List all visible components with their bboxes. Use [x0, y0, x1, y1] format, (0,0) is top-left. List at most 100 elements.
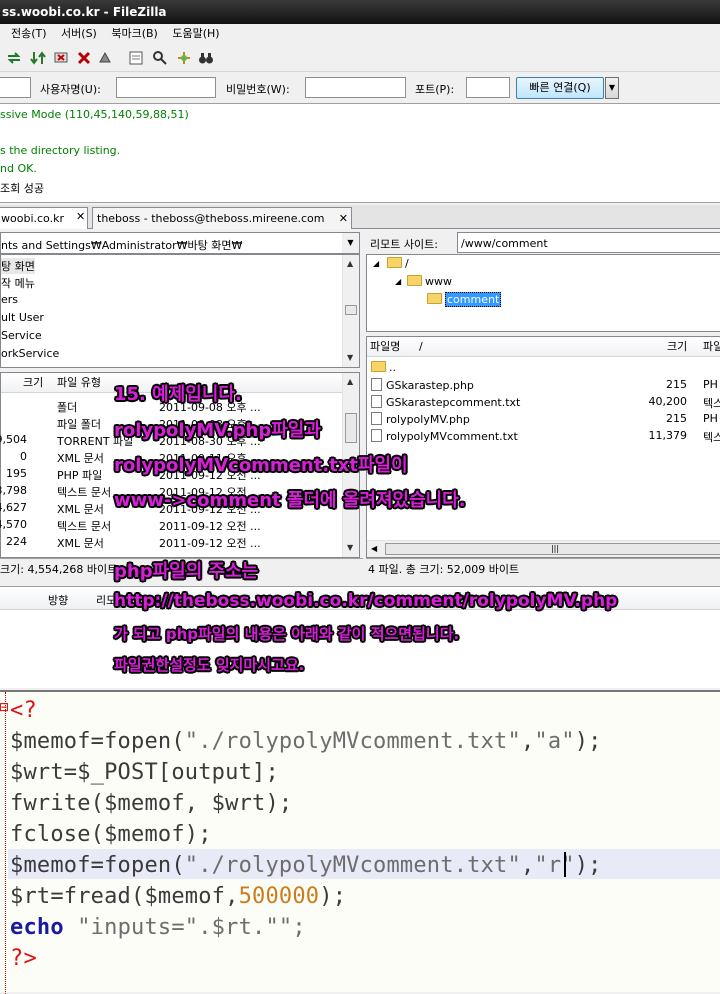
- quickconnect-dropdown[interactable]: ▼: [605, 77, 619, 99]
- menu-help[interactable]: 도움말(H): [172, 24, 219, 43]
- tree-item-root[interactable]: /: [387, 257, 409, 270]
- cell-type: 파일 폴더: [57, 418, 101, 431]
- table-row[interactable]: 64,570 텍스트 문서 2011-09-12 오전 ...: [0, 516, 343, 533]
- annotation-line: 15. 예제입니다.: [114, 384, 242, 405]
- tab-theboss[interactable]: theboss - theboss@theboss.mireene.com ✕: [92, 207, 352, 229]
- horizontal-scrollbar[interactable]: ◀ |||: [367, 540, 720, 557]
- port-field[interactable]: [466, 77, 510, 98]
- remote-file-list[interactable]: 파일명 / 크기 파일 .. GSkarastep.php 215 PH GSkaras…: [366, 336, 720, 558]
- cell-size: 215: [666, 378, 687, 391]
- disconnect-icon[interactable]: [76, 50, 92, 66]
- cell-type: 텍스트 문서: [57, 486, 112, 499]
- annotation-line: rolypolyMV.php파일과: [114, 420, 321, 441]
- scrollbar[interactable]: ▲ ▼: [342, 255, 359, 367]
- tree-item[interactable]: ers: [1, 293, 18, 306]
- column-type[interactable]: 파일 유형: [57, 373, 101, 393]
- remote-tree[interactable]: ◢ / ◢ www comment: [366, 254, 720, 332]
- quickconnect-button[interactable]: 빠른 연결(Q): [516, 77, 604, 99]
- message-log[interactable]: ssive Mode (110,45,140,59,88,51) s the d…: [0, 103, 720, 203]
- cell-size: 13,798: [0, 484, 27, 497]
- column-direction[interactable]: 방향: [48, 592, 68, 608]
- remote-status: 4 파일. 총 크기: 52,009 바이트: [366, 558, 720, 580]
- cancel-icon[interactable]: [53, 50, 69, 66]
- toolbar: [0, 44, 720, 72]
- code-line: fwrite($memof, $wrt);: [10, 791, 293, 816]
- compare-icon[interactable]: [152, 50, 168, 66]
- table-row[interactable]: 224 XML 문서 2011-09-12 오전 ...: [1, 533, 343, 550]
- cell-type: PH: [703, 378, 718, 391]
- column-type[interactable]: 파일: [703, 337, 720, 357]
- binoculars-icon[interactable]: [198, 50, 214, 66]
- cell-filename: GSkarastepcomment.txt: [371, 395, 520, 409]
- menu-server[interactable]: 서버(S): [61, 24, 97, 43]
- filter-icon[interactable]: [128, 50, 144, 66]
- cell-size: 11,379: [648, 429, 688, 442]
- arrow-left-icon[interactable]: ◀: [371, 544, 377, 553]
- log-line: s the directory listing.: [0, 144, 121, 157]
- menu-transfer[interactable]: 전송(T): [11, 24, 47, 43]
- chevron-down-icon[interactable]: ▼: [342, 233, 359, 253]
- code-line: $memof=fopen("./rolypolyMVcomment.txt","…: [10, 729, 602, 754]
- close-icon[interactable]: ✕: [339, 208, 348, 229]
- collapse-icon[interactable]: ◢: [395, 277, 401, 286]
- remote-path-text: /www/comment: [461, 237, 548, 250]
- cell-size: 224: [6, 535, 27, 548]
- annotation-line: php파일의 주소는: [114, 561, 259, 582]
- tree-item[interactable]: 작 메뉴: [1, 275, 35, 291]
- tree-item[interactable]: ult User: [1, 311, 44, 324]
- local-tree[interactable]: 탕 화면 작 메뉴 ers ult User Service orkServic…: [0, 254, 360, 368]
- tree-item[interactable]: orkService: [1, 347, 59, 360]
- cell-type: XML 문서: [57, 503, 104, 516]
- quickconnect-bar: 사용자명(U): 비밀번호(W): 포트(P): 빠른 연결(Q) ▼: [0, 73, 720, 102]
- menu-bar: 전송(T) 서버(S) 북마크(B) 도움말(H): [0, 24, 720, 44]
- fold-marker-icon[interactable]: ⊟: [0, 700, 9, 714]
- password-field[interactable]: [305, 77, 406, 98]
- refresh-icon[interactable]: [6, 50, 22, 66]
- table-row[interactable]: GSkarastepcomment.txt 40,200 텍스: [367, 393, 720, 410]
- tab-woobi[interactable]: woobi.co.kr: [0, 207, 88, 229]
- menu-bookmarks[interactable]: 북마크(B): [111, 24, 158, 43]
- cell-filename: rolypolyMVcomment.txt: [371, 429, 518, 443]
- cell-size: 64,627: [0, 501, 27, 514]
- chevron-down-icon: ▼: [608, 83, 616, 92]
- cell-date: 2011-09-12 오전 ...: [159, 520, 261, 533]
- window-title: ss.woobi.co.kr - FileZilla: [0, 0, 720, 24]
- list-header: 파일명 / 크기 파일: [367, 337, 720, 357]
- code-editor: ⊟ <? $memof=fopen("./rolypolyMVcomment.t…: [0, 690, 720, 994]
- sync-browse-icon[interactable]: [176, 50, 192, 66]
- tree-item-www[interactable]: www: [407, 275, 452, 288]
- table-row[interactable]: ..: [367, 359, 720, 376]
- local-path-field[interactable]: nts and Settings₩Administrator₩바탕 화면₩ ▼: [0, 232, 360, 254]
- remote-path-field[interactable]: /www/comment: [457, 232, 720, 253]
- folder-icon: [387, 257, 402, 268]
- fold-gutter: [0, 692, 6, 994]
- table-row[interactable]: rolypolyMV.php 215 PH: [367, 410, 720, 427]
- file-icon: [371, 429, 382, 442]
- table-row[interactable]: rolypolyMVcomment.txt 11,379 텍스: [367, 427, 720, 444]
- process-queue-icon[interactable]: [30, 50, 46, 66]
- tree-item-comment[interactable]: comment: [427, 292, 502, 307]
- cell-type: XML 문서: [57, 537, 104, 550]
- column-size[interactable]: 크기: [23, 373, 43, 393]
- tab-label: theboss - theboss@theboss.mireene.com: [97, 212, 325, 225]
- remote-site-label: 리모트 사이트:: [370, 238, 438, 251]
- cell-filename: GSkarastep.php: [371, 378, 474, 392]
- table-row[interactable]: GSkarastep.php 215 PH: [367, 376, 720, 393]
- log-line: ssive Mode (110,45,140,59,88,51): [0, 108, 189, 121]
- collapse-icon[interactable]: ◢: [373, 259, 379, 268]
- local-path-text: nts and Settings₩Administrator₩바탕 화면₩: [1, 239, 243, 252]
- queue-list[interactable]: [0, 610, 720, 688]
- tab-bar: woobi.co.kr theboss - theboss@theboss.mi…: [0, 205, 720, 229]
- folder-icon: [427, 293, 442, 304]
- host-field[interactable]: [0, 77, 31, 98]
- cell-size: 0: [20, 450, 27, 463]
- column-filename[interactable]: 파일명: [370, 337, 400, 357]
- username-field[interactable]: [116, 77, 216, 98]
- cell-filename: ..: [371, 361, 396, 374]
- reconnect-icon[interactable]: [97, 50, 113, 66]
- tree-item[interactable]: Service: [1, 329, 42, 342]
- close-icon[interactable]: ✕: [76, 210, 85, 223]
- cell-type: 텍스: [703, 397, 720, 410]
- tree-item[interactable]: 탕 화면: [1, 258, 35, 274]
- column-size[interactable]: 크기: [667, 337, 687, 357]
